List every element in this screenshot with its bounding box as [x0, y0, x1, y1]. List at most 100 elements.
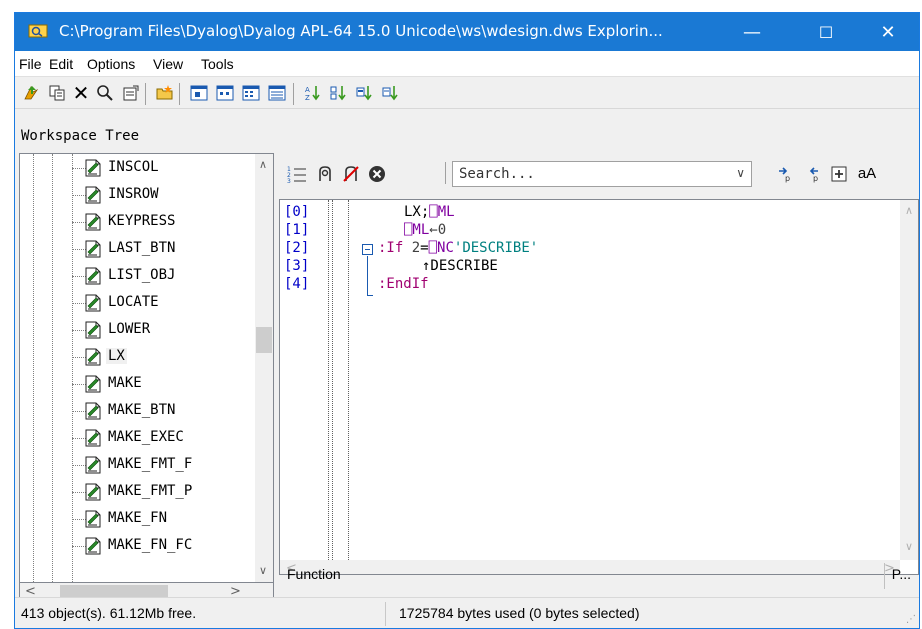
menu-file[interactable]: File — [19, 56, 42, 72]
editor-toolbar: 123 Search... ∨ p p aA — [279, 158, 921, 196]
function-file-icon — [85, 483, 101, 501]
scroll-up-arrow-icon[interactable]: ∧ — [905, 204, 913, 217]
fold-toggle-icon[interactable] — [362, 244, 373, 255]
list-icon[interactable] — [241, 83, 261, 103]
copy-icon[interactable] — [47, 83, 67, 103]
code-line-1: ⎕ML←0 — [404, 222, 446, 238]
tree-item-label: INSCOL — [108, 159, 159, 175]
status-objects: 413 object(s). 61.12Mb free. — [21, 605, 197, 621]
workspace-tree-label: Workspace Tree — [21, 128, 140, 144]
function-file-icon — [85, 213, 101, 231]
function-bar: Function P... — [279, 563, 921, 589]
details-icon[interactable] — [267, 83, 287, 103]
resize-grip-icon[interactable]: ⋰ — [906, 614, 916, 625]
close-editor-icon[interactable] — [367, 164, 387, 184]
code-token: ↑DESCRIBE — [422, 258, 498, 274]
tree-item-label: LX — [106, 348, 127, 364]
sort-size-icon[interactable] — [355, 83, 375, 103]
editor-gutter-line — [332, 200, 333, 560]
clear-stops-icon[interactable] — [341, 164, 361, 184]
tree-item[interactable]: LOCATE — [20, 290, 250, 316]
dyalog-app-icon — [28, 24, 48, 38]
function-bar-right-label: P... — [891, 566, 911, 582]
status-bytes: 1725784 bytes used (0 bytes selected) — [399, 605, 640, 621]
code-line-0: LX;⎕ML — [404, 204, 455, 220]
tree-item[interactable]: MAKE_BTN — [20, 398, 250, 424]
menu-tools[interactable]: Tools — [201, 56, 234, 72]
workspace-tree[interactable]: INSCOL INSROW KEYPRESS LAST_BTN LIST_OBJ LOCA… — [19, 153, 274, 583]
code-token: 2 — [411, 240, 421, 256]
code-token: :EndIf — [378, 276, 429, 292]
sort-date-icon[interactable] — [381, 83, 401, 103]
properties-icon[interactable] — [121, 83, 141, 103]
status-divider — [385, 602, 386, 626]
menu-view[interactable]: View — [153, 56, 183, 72]
tree-item[interactable]: LX — [20, 344, 250, 370]
tree-item-label: MAKE_FMT_F — [108, 456, 193, 472]
tree-item[interactable]: INSCOL — [20, 155, 250, 181]
expand-all-icon[interactable] — [829, 164, 849, 184]
minimize-button[interactable]: — — [729, 13, 775, 51]
match-case-button[interactable]: aA — [853, 163, 881, 183]
code-line-4: :EndIf — [378, 276, 429, 292]
tree-item[interactable]: MAKE_FN — [20, 506, 250, 532]
close-button[interactable]: ✕ — [865, 13, 911, 51]
code-editor[interactable]: [0] [1] [2] [3] [4] LX;⎕ML ⎕ML←0 :If 2=⎕… — [279, 199, 919, 575]
tree-scroll-thumb[interactable] — [256, 327, 272, 353]
tree-item[interactable]: LIST_OBJ — [20, 263, 250, 289]
find-icon[interactable] — [95, 83, 115, 103]
tree-item[interactable]: MAKE — [20, 371, 250, 397]
function-file-icon — [85, 159, 101, 177]
tree-item[interactable]: INSROW — [20, 182, 250, 208]
line-number: [1] — [284, 222, 310, 238]
tree-item[interactable]: MAKE_FMT_F — [20, 452, 250, 478]
line-number: [0] — [284, 204, 310, 220]
tree-item-label: MAKE — [108, 375, 142, 391]
large-icons-icon[interactable] — [189, 83, 209, 103]
new-folder-icon[interactable] — [155, 83, 175, 103]
editor-gutter-line — [348, 200, 349, 560]
search-box[interactable]: Search... ∨ — [452, 161, 752, 187]
chevron-down-icon[interactable]: ∨ — [736, 166, 745, 180]
toolbar-separator — [179, 83, 180, 105]
scroll-down-arrow-icon[interactable]: ∨ — [259, 564, 267, 577]
tree-item-label: MAKE_EXEC — [108, 429, 184, 445]
tree-item[interactable]: KEYPRESS — [20, 209, 250, 235]
function-file-icon — [85, 429, 101, 447]
tree-item-label: LOCATE — [108, 294, 159, 310]
go-up-icon[interactable] — [21, 83, 41, 103]
maximize-button[interactable]: ☐ — [803, 13, 849, 51]
sort-type-icon[interactable] — [329, 83, 349, 103]
menu-edit[interactable]: Edit — [49, 56, 73, 72]
menu-bar: File Edit Options View Tools — [15, 51, 919, 77]
function-file-icon — [85, 510, 101, 528]
function-type-label: Function — [287, 566, 341, 582]
tree-item-label: LIST_OBJ — [108, 267, 176, 283]
tree-vertical-scrollbar[interactable]: ∧ ∨ — [255, 154, 273, 582]
code-token: LX; — [404, 204, 430, 220]
editor-vertical-scrollbar[interactable]: ∧ ∨ — [900, 200, 918, 560]
scroll-down-arrow-icon[interactable]: ∨ — [905, 540, 913, 553]
line-numbers-toggle-icon[interactable]: 123 — [287, 164, 307, 184]
toolbar-separator — [145, 83, 146, 105]
line-number: [3] — [284, 258, 310, 274]
svg-text:p: p — [813, 174, 818, 183]
search-input[interactable]: Search... — [459, 166, 535, 182]
code-line-2: :If 2=⎕NC'DESCRIBE' — [378, 240, 538, 256]
tree-item[interactable]: LAST_BTN — [20, 236, 250, 262]
code-token: :If — [378, 240, 412, 256]
small-icons-icon[interactable] — [215, 83, 235, 103]
toggle-stop-icon[interactable] — [315, 164, 335, 184]
toolbar-separator — [293, 83, 294, 105]
sort-name-icon[interactable]: AZ — [303, 83, 323, 103]
scroll-up-arrow-icon[interactable]: ∧ — [259, 158, 267, 171]
code-token: ⎕ML — [429, 204, 455, 220]
delete-icon[interactable]: ✕ — [71, 81, 91, 105]
menu-options[interactable]: Options — [87, 56, 135, 72]
search-next-icon[interactable]: p — [775, 164, 795, 184]
search-previous-icon[interactable]: p — [803, 164, 823, 184]
tree-item[interactable]: LOWER — [20, 317, 250, 343]
tree-item[interactable]: MAKE_EXEC — [20, 425, 250, 451]
tree-item[interactable]: MAKE_FN_FC — [20, 533, 250, 559]
tree-item[interactable]: MAKE_FMT_P — [20, 479, 250, 505]
